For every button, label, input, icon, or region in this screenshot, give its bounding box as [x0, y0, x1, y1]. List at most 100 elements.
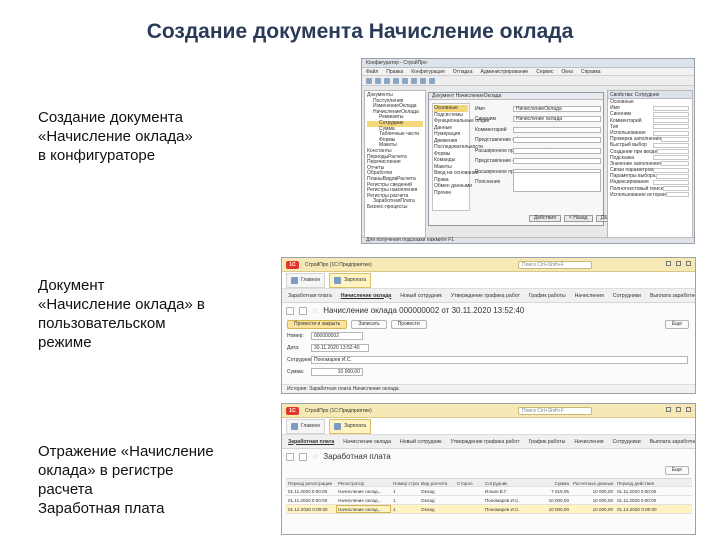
property-value[interactable] [653, 142, 689, 148]
property-value[interactable] [653, 111, 689, 117]
employee-field[interactable]: Пономарев И.С. [311, 356, 688, 364]
property-row[interactable]: Использование истории [608, 192, 692, 198]
dialog-nav[interactable]: Основные Подсистемы Функциональные опции Да… [432, 103, 489, 211]
minimize-icon[interactable] [676, 261, 681, 266]
menu-item[interactable]: Справка [581, 69, 601, 75]
field-input[interactable] [513, 158, 601, 164]
save-icon[interactable] [384, 77, 390, 84]
property-value[interactable] [653, 180, 689, 186]
section-link[interactable]: Новый сотрудник [400, 293, 442, 299]
date-field[interactable]: 30.11.2020 13:52:40 [311, 344, 369, 352]
star-icon[interactable]: ☆ [312, 453, 318, 461]
close-icon[interactable] [686, 407, 691, 412]
table-row[interactable]: 01.11.2020 0:00:00 Начисление оклад... 1 Ок… [286, 487, 692, 496]
field-input[interactable]: Начисление оклада [513, 116, 601, 122]
save-button[interactable]: Записать [351, 319, 387, 329]
table-cell[interactable]: Начисление оклад... [336, 505, 391, 513]
new-icon[interactable] [366, 77, 372, 84]
property-value[interactable] [653, 167, 689, 173]
star-icon[interactable]: ☆ [312, 307, 318, 315]
property-value[interactable] [653, 118, 689, 124]
tab-main[interactable]: Главное [286, 418, 326, 434]
column-header[interactable]: Период действия [615, 479, 660, 486]
menu-item[interactable]: Администрирование [481, 69, 529, 75]
section-link[interactable]: Сотрудники [613, 439, 641, 445]
section-link[interactable]: Заработная плата [288, 293, 332, 299]
section-link[interactable]: График работы [529, 439, 566, 445]
field-input[interactable]: НачислениеОклада [513, 105, 601, 112]
minimize-icon[interactable] [676, 407, 681, 412]
post-and-close-button[interactable]: Провести и закрыть [287, 319, 348, 329]
paste-icon[interactable] [411, 77, 417, 84]
copy-icon[interactable] [402, 77, 408, 84]
number-field[interactable]: 000000002 [311, 332, 363, 340]
table-cell[interactable]: Начисление оклад... [336, 487, 391, 495]
section-link[interactable]: Утверждение графика работ [451, 439, 520, 445]
column-header[interactable]: Расчетные данные [571, 479, 615, 486]
configuration-tree[interactable]: Документы Поступления ИзменениеОклада Начис… [364, 90, 426, 240]
sum-field[interactable]: 10 000,00 [311, 368, 363, 376]
column-header[interactable]: Период регистрации [286, 479, 336, 486]
dialog-nav-item[interactable]: Последовательности [434, 144, 483, 151]
section-link[interactable]: Заработная плата [288, 439, 334, 445]
undo-icon[interactable] [420, 77, 426, 84]
forward-icon[interactable] [299, 452, 307, 461]
dialog-button[interactable]: Действия [529, 215, 561, 222]
section-link[interactable]: Новый сотрудник [400, 439, 442, 445]
dialog-nav-item[interactable]: Функциональные опции [434, 118, 489, 125]
dialog-nav-item[interactable]: Обмен данными [434, 183, 472, 190]
section-link[interactable]: Начисление оклада [341, 293, 392, 299]
forward-icon[interactable] [299, 306, 307, 315]
tab-salary[interactable]: Зарплата [329, 272, 372, 288]
menu-item[interactable]: Окна [561, 69, 573, 75]
section-link[interactable]: Начисления [574, 439, 603, 445]
property-value[interactable] [653, 124, 689, 130]
dialog-nav-item[interactable]: Ввод на основании [434, 170, 478, 177]
property-value[interactable] [657, 149, 689, 155]
property-value[interactable] [653, 105, 689, 111]
tab-salary[interactable]: Зарплата [329, 418, 372, 434]
property-value[interactable] [665, 192, 689, 198]
field-input[interactable] [513, 172, 601, 192]
back-icon[interactable] [286, 306, 294, 315]
search-input[interactable]: Поиск Ctrl+Shift+F [518, 407, 592, 415]
table-row[interactable]: 01.12.2020 0:00:00 Начисление оклад... 1 Ок… [286, 505, 692, 514]
section-link[interactable]: Выплата заработной платы [650, 439, 695, 445]
more-button[interactable]: Еще [664, 465, 689, 475]
post-button[interactable]: Провести [390, 319, 427, 329]
tab-main[interactable]: Главное [286, 272, 326, 288]
open-icon[interactable] [375, 77, 381, 84]
column-header[interactable]: Вид расчета [419, 479, 455, 486]
column-header[interactable]: Номер строки [391, 479, 419, 486]
search-input[interactable]: Поиск Ctrl+Shift+F [518, 261, 592, 269]
dialog-nav-item[interactable]: Прочее [434, 190, 468, 197]
bell-icon[interactable] [666, 407, 671, 412]
section-link[interactable]: Выплата заработной платы [650, 293, 695, 299]
menu-item[interactable]: Правка [386, 69, 403, 75]
section-link[interactable]: Начисления [575, 293, 604, 299]
column-header[interactable]: Сторно [455, 479, 483, 486]
dialog-button[interactable]: < Назад [563, 215, 593, 222]
property-value[interactable] [660, 136, 689, 142]
section-link[interactable]: График работы [529, 293, 566, 299]
more-button[interactable]: Еще [664, 319, 689, 329]
menu-item[interactable]: Конфигурация [411, 69, 445, 75]
section-link[interactable]: Сотрудники [613, 293, 641, 299]
property-value[interactable] [653, 155, 689, 161]
field-input[interactable] [513, 137, 601, 143]
field-input[interactable] [513, 126, 601, 133]
close-icon[interactable] [686, 261, 691, 266]
column-header[interactable]: Сотрудник [483, 479, 535, 486]
menu-item[interactable]: Сервис [536, 69, 553, 75]
tree-item[interactable]: Бизнес-процессы [367, 204, 423, 211]
column-header[interactable]: Сумма [535, 479, 571, 486]
section-link[interactable]: Утверждение графика работ [451, 293, 520, 299]
field-input[interactable] [513, 147, 601, 154]
back-icon[interactable] [286, 452, 294, 461]
cut-icon[interactable] [393, 77, 399, 84]
table-cell[interactable]: Начисление оклад... [336, 496, 391, 504]
menu-item[interactable]: Отладка [453, 69, 473, 75]
menu-item[interactable]: Файл [366, 69, 378, 75]
property-value[interactable] [655, 173, 689, 179]
column-header[interactable]: Регистратор [336, 479, 391, 486]
